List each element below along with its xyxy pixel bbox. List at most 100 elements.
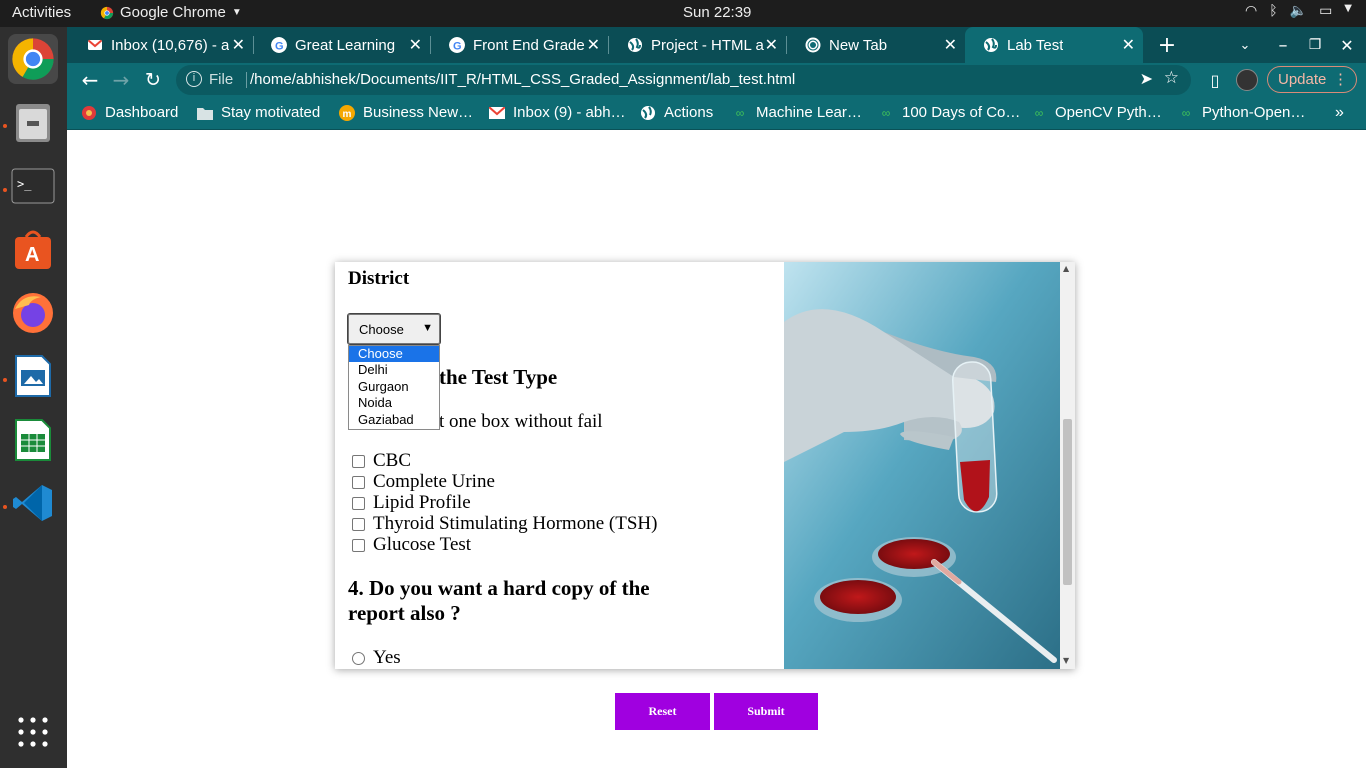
bookmark-label: Machine Lear… xyxy=(756,104,862,121)
svg-text:G: G xyxy=(275,41,284,53)
bookmarks-bar: Dashboard Stay motivated m Business New…… xyxy=(67,97,1366,130)
activities-button[interactable]: Activities xyxy=(12,4,71,21)
bookmark-label: Business New… xyxy=(363,104,474,121)
side-panel-icon: ▯ xyxy=(1210,70,1220,90)
tab-great-learning[interactable]: G Great Learning ✕ xyxy=(253,27,431,63)
arrow-left-icon: ← xyxy=(81,68,99,92)
profile-avatar[interactable] xyxy=(1236,69,1258,91)
tab-title: Great Learning xyxy=(295,36,396,54)
scrollbar-thumb[interactable] xyxy=(1063,419,1072,585)
tab-search-button[interactable]: ⌄ xyxy=(1233,27,1257,63)
scroll-up-icon[interactable]: ▲ xyxy=(1063,264,1069,273)
bookmark-100-days[interactable]: ∞ 100 Days of Co… xyxy=(878,104,1021,121)
test-option-cbc[interactable]: CBC xyxy=(352,450,411,472)
district-option[interactable]: Noida xyxy=(349,395,439,411)
test-option-complete-urine[interactable]: Complete Urine xyxy=(352,471,495,493)
arrow-right-icon: → xyxy=(112,68,130,92)
clock[interactable]: Sun 22:39 xyxy=(683,4,751,21)
bookmark-machine-learning[interactable]: ∞ Machine Lear… xyxy=(732,104,862,121)
bookmark-label: Stay motivated xyxy=(221,104,321,121)
close-icon[interactable]: ✕ xyxy=(1122,35,1135,55)
vscode-icon xyxy=(13,485,52,521)
tab-project[interactable]: Project - HTML a ✕ xyxy=(609,27,787,63)
district-dropdown[interactable]: Choose Delhi Gurgaon Noida Gaziabad xyxy=(348,345,440,430)
bookmark-python-opencv[interactable]: ∞ Python-Open… xyxy=(1178,104,1306,121)
dock-firefox[interactable] xyxy=(8,288,58,338)
tab-title: Inbox (10,676) - a xyxy=(111,36,230,54)
close-icon[interactable]: ✕ xyxy=(944,35,957,55)
dock-vscode[interactable] xyxy=(8,478,58,528)
close-icon[interactable]: ✕ xyxy=(232,35,245,55)
side-panel-button[interactable]: ▯ xyxy=(1202,68,1228,92)
dock-show-apps[interactable] xyxy=(8,707,58,757)
bookmark-business-news[interactable]: m Business New… xyxy=(339,104,473,121)
checkbox[interactable] xyxy=(352,454,365,468)
hardcopy-option-yes[interactable]: Yes xyxy=(352,647,401,669)
submit-button[interactable]: Submit xyxy=(714,693,818,730)
close-icon[interactable]: ✕ xyxy=(409,35,422,55)
bookmark-actions[interactable]: Actions xyxy=(640,104,713,121)
minimize-button[interactable]: – xyxy=(1271,27,1295,63)
test-option-glucose[interactable]: Glucose Test xyxy=(352,534,471,556)
district-option[interactable]: Gurgaon xyxy=(349,379,439,395)
checkbox[interactable] xyxy=(352,517,365,531)
google-icon: G xyxy=(271,37,287,53)
reload-button[interactable]: ↻ xyxy=(140,68,166,92)
app-menu[interactable]: Google Chrome ▼ xyxy=(100,4,242,21)
tab-new-tab[interactable]: New Tab ✕ xyxy=(787,27,965,63)
page-viewport: District Choose ▼ Choose Delhi Gurgaon N… xyxy=(67,131,1366,768)
new-tab-button[interactable]: + xyxy=(1155,27,1179,63)
bookmark-opencv-python[interactable]: ∞ OpenCV Pyth… xyxy=(1031,104,1162,121)
forward-button[interactable]: → xyxy=(108,68,134,92)
scrollbar[interactable]: ▲ ▼ xyxy=(1060,262,1075,669)
update-button[interactable]: Update ⋮ xyxy=(1267,66,1357,93)
checkbox[interactable] xyxy=(352,496,365,510)
checkbox[interactable] xyxy=(352,475,365,489)
dock-impress[interactable] xyxy=(8,351,58,401)
address-bar[interactable]: i File /home/abhishek/Documents/IIT_R/HT… xyxy=(176,65,1191,95)
form-scroll-area[interactable]: District Choose ▼ Choose Delhi Gurgaon N… xyxy=(335,262,784,669)
dock-terminal[interactable]: >_ xyxy=(8,161,58,211)
impress-icon xyxy=(15,355,51,397)
system-top-bar: Activities Google Chrome ▼ Sun 22:39 ◠ ᛒ… xyxy=(0,0,1366,27)
dock-chrome[interactable] xyxy=(8,34,58,84)
restore-button[interactable]: ❐ xyxy=(1303,27,1327,63)
close-icon[interactable]: ✕ xyxy=(765,35,778,55)
url-text[interactable]: /home/abhishek/Documents/IIT_R/HTML_CSS_… xyxy=(250,71,795,88)
dock-calc[interactable] xyxy=(8,415,58,465)
district-option[interactable]: Choose xyxy=(349,346,439,363)
test-option-tsh[interactable]: Thyroid Stimulating Hormone (TSH) xyxy=(352,513,657,535)
bookmark-inbox[interactable]: Inbox (9) - abh… xyxy=(489,104,626,121)
software-center-icon: A xyxy=(15,230,51,269)
dock-files[interactable] xyxy=(8,97,58,147)
system-tray[interactable]: ◠ ᛒ 🔈 ▭ ▼ xyxy=(1245,3,1352,19)
star-icon[interactable]: ☆ xyxy=(1164,68,1179,88)
send-icon[interactable]: ➤ xyxy=(1140,69,1153,89)
test-option-lipid-profile[interactable]: Lipid Profile xyxy=(352,492,471,514)
tab-lab-test[interactable]: Lab Test ✕ xyxy=(965,27,1143,63)
tab-title: Front End Grade xyxy=(473,36,585,54)
radio-button[interactable] xyxy=(352,651,365,665)
info-icon[interactable]: i xyxy=(186,71,202,87)
svg-text:G: G xyxy=(453,41,462,53)
close-icon: ✕ xyxy=(1340,35,1354,55)
scroll-down-icon[interactable]: ▼ xyxy=(1063,656,1069,665)
bookmark-stay-motivated[interactable]: Stay motivated xyxy=(197,104,320,121)
district-option[interactable]: Delhi xyxy=(349,362,439,378)
back-button[interactable]: ← xyxy=(77,68,103,92)
dock-software[interactable]: A xyxy=(8,225,58,275)
dock: >_ A xyxy=(0,27,67,768)
reset-button[interactable]: Reset xyxy=(615,693,710,730)
bookmark-dashboard[interactable]: Dashboard xyxy=(81,104,178,121)
bookmarks-overflow-button[interactable]: » xyxy=(1335,104,1344,122)
lab-test-image xyxy=(784,262,1060,669)
district-option[interactable]: Gaziabad xyxy=(349,412,439,428)
window-close-button[interactable]: ✕ xyxy=(1335,27,1359,63)
chrome-icon xyxy=(12,38,54,80)
district-select[interactable]: Choose ▼ xyxy=(347,313,441,345)
close-icon[interactable]: ✕ xyxy=(587,35,600,55)
tab-inbox[interactable]: Inbox (10,676) - a ✕ xyxy=(69,27,254,63)
tab-front-end-grade[interactable]: G Front End Grade ✕ xyxy=(431,27,609,63)
checkbox[interactable] xyxy=(352,538,365,552)
browser-toolbar: ← → ↻ i File /home/abhishek/Documents/II… xyxy=(67,63,1366,97)
